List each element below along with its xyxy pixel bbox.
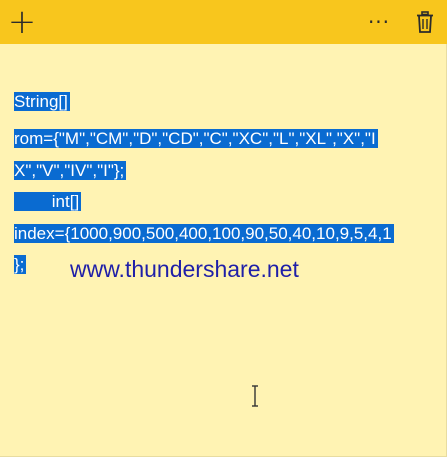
text-cursor-icon	[252, 385, 258, 407]
note-line: int[]	[14, 189, 82, 215]
selected-text: index={1000,900,500,400,100,90,50,40,10,…	[14, 224, 394, 243]
more-options-button[interactable]: ···	[357, 0, 401, 44]
note-line: index={1000,900,500,400,100,90,50,40,10,…	[14, 221, 394, 247]
selected-text: };	[14, 255, 27, 274]
selected-text: X","V","IV","I"};	[14, 161, 127, 180]
note-titlebar: + ···	[0, 0, 447, 44]
trash-icon	[417, 11, 433, 33]
add-note-button[interactable]: +	[0, 0, 44, 44]
note-line: X","V","IV","I"};	[14, 158, 127, 184]
watermark-text: www.thundershare.net	[70, 256, 299, 282]
ellipsis-icon: ···	[367, 10, 391, 34]
note-line: String[]	[14, 89, 70, 115]
note-line: rom={"M","CM","D","CD","C","XC","L","XL"…	[14, 126, 378, 152]
plus-icon: +	[7, 2, 37, 42]
selected-text: String[]	[14, 92, 70, 111]
selected-text: rom={"M","CM","D","CD","C","XC","L","XL"…	[14, 129, 378, 148]
note-line: };	[14, 252, 27, 278]
sticky-note-window: + ··· String[] rom={"M","CM","D","CD","C…	[0, 0, 447, 457]
delete-note-button[interactable]	[405, 0, 445, 44]
selected-text: int[]	[14, 192, 82, 211]
